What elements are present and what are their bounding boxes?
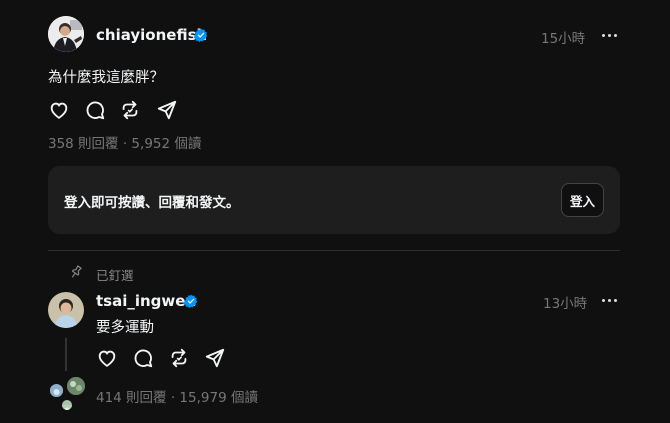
login-prompt-text: 登入即可按讚、回覆和發文。 [64, 195, 240, 211]
replier-avatar [60, 398, 74, 412]
login-prompt-card: 登入即可按讚、回覆和發文。 登入 [48, 166, 620, 234]
replier-avatar [65, 375, 87, 397]
heart-icon [50, 102, 68, 119]
comment-button[interactable] [84, 99, 106, 121]
pinned-label: 已釘選 [96, 268, 134, 283]
avatar-image [48, 16, 84, 52]
share-icon [205, 348, 225, 368]
replier-avatar-image [67, 377, 85, 395]
reply-username[interactable]: tsai_ingwen [96, 292, 196, 310]
reply-time[interactable]: 13小時 [543, 292, 587, 312]
comment-icon [134, 349, 153, 368]
reply-stats[interactable]: 414 則回覆 · 15,979 個讀 [96, 386, 258, 406]
username[interactable]: chiayionefish [96, 26, 207, 44]
share-button[interactable] [204, 347, 226, 369]
repost-icon [122, 100, 138, 120]
comment-icon [86, 101, 105, 120]
divider [48, 250, 620, 251]
replier-avatar [48, 382, 65, 399]
share-icon [157, 100, 177, 120]
verified-badge-icon [184, 294, 198, 308]
login-button[interactable]: 登入 [561, 183, 604, 217]
reply-avatar-image [48, 292, 84, 328]
more-icon[interactable] [601, 28, 619, 42]
reply-avatar[interactable] [48, 292, 84, 328]
replier-avatar-image [62, 405, 72, 410]
repost-button[interactable] [168, 347, 190, 369]
comment-button[interactable] [132, 347, 154, 369]
post-stats[interactable]: 358 則回覆 · 5,952 個讀 [48, 132, 201, 152]
heart-icon [98, 350, 116, 367]
verified-badge-icon [194, 28, 208, 42]
reply-text: 要多運動 [96, 320, 154, 336]
thread-line [65, 338, 67, 371]
post-text: 為什麼我這麼胖？ [48, 70, 164, 86]
repost-button[interactable] [119, 99, 141, 121]
pin-icon [71, 265, 82, 278]
share-button[interactable] [156, 99, 178, 121]
like-button[interactable] [48, 99, 70, 121]
repost-icon [171, 348, 187, 368]
post-time[interactable]: 15小時 [541, 27, 585, 47]
like-button[interactable] [96, 347, 118, 369]
more-icon[interactable] [601, 293, 619, 307]
avatar[interactable] [48, 16, 84, 52]
replier-avatar-image [50, 386, 63, 397]
